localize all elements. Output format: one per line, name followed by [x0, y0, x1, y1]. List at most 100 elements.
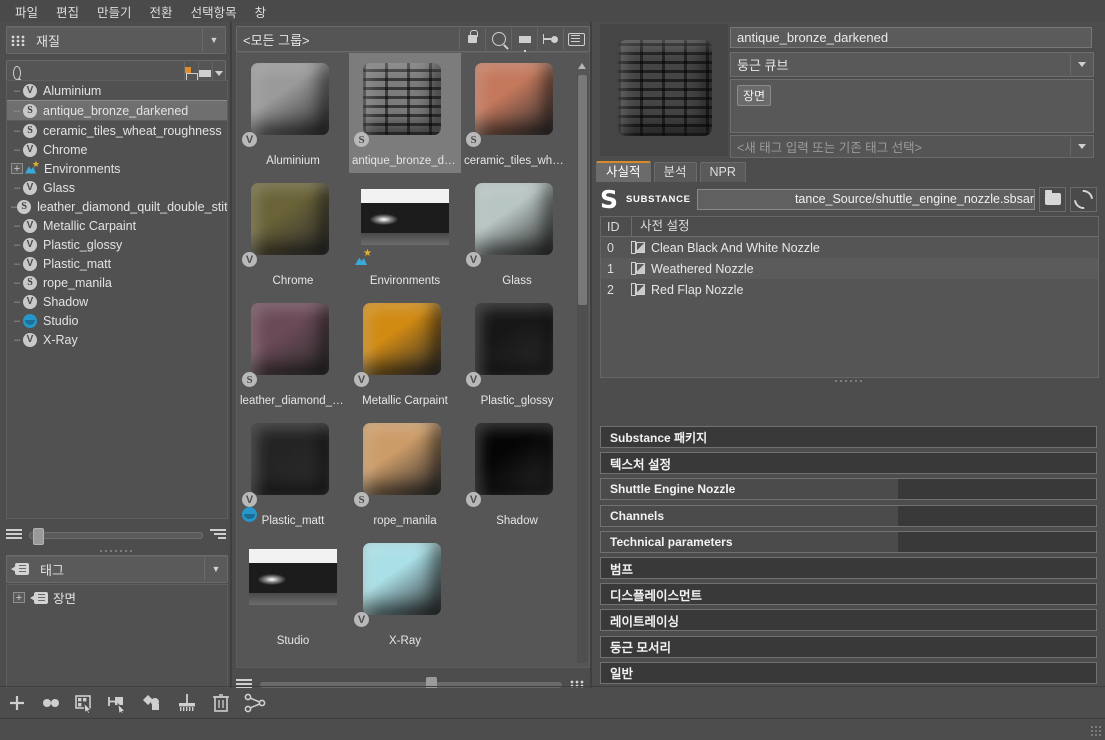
material-grid[interactable]: V Aluminium Santique_bronze_dark... Scerami… [236, 52, 590, 668]
left-size-slider[interactable] [29, 527, 203, 545]
open-file-button[interactable] [1039, 186, 1066, 212]
lock-button[interactable] [459, 28, 485, 50]
material-thumbnail [247, 59, 339, 141]
tree-item[interactable]: – V Glass [7, 178, 227, 197]
material-tile[interactable]: V X-Ray [349, 533, 461, 653]
tree-item[interactable]: – Sceramic_tiles_wheat_roughness [7, 121, 227, 140]
chevron-down-icon[interactable] [1070, 137, 1093, 156]
material-tile[interactable]: V Metallic Carpaint [349, 293, 461, 413]
select-unused-button[interactable] [102, 689, 136, 717]
tag-tree-item-scene[interactable]: + 장면 [7, 588, 227, 607]
browser-layout-button[interactable] [537, 28, 563, 50]
material-tile[interactable]: V Shadow [461, 413, 573, 533]
material-tile[interactable]: V Plastic_glossy [461, 293, 573, 413]
search-input[interactable] [21, 65, 185, 81]
content-type-selector[interactable]: 재질 ▼ [6, 26, 226, 54]
tree-dash: – [13, 314, 21, 327]
section-header[interactable]: Technical parameters [600, 530, 1097, 553]
sort-icon[interactable] [210, 529, 226, 541]
tree-item[interactable]: – V Plastic_matt [7, 254, 227, 273]
substance-path-field[interactable]: tance_Source/shuttle_engine_nozzle.sbsar [696, 188, 1035, 210]
browser-filter-button[interactable] [511, 28, 537, 55]
group-filter-bar[interactable]: <모든 그룹> [236, 26, 590, 55]
tree-item[interactable]: – V Shadow [7, 292, 227, 311]
scrollbar-thumb[interactable] [578, 75, 587, 305]
tree-item[interactable]: – Studio [7, 311, 227, 330]
tree-item[interactable]: – V Plastic_glossy [7, 235, 227, 254]
section-header[interactable]: 디스플레이스먼트 [600, 583, 1097, 606]
tree-item[interactable]: – Srope_manila [7, 273, 227, 292]
section-header[interactable]: 범프 [600, 557, 1097, 579]
menu-item-convert[interactable]: 전환 [141, 0, 182, 23]
tree-item[interactable]: – V Chrome [7, 140, 227, 159]
material-tile[interactable]: Environments [349, 173, 461, 293]
tag-input[interactable]: <새 태그 입력 또는 기존 태그 선택> [730, 135, 1094, 158]
menu-item-file[interactable]: 파일 [6, 0, 47, 23]
material-tile[interactable]: Santique_bronze_dark... [349, 53, 461, 173]
tag-selector[interactable]: 태그 ▼ [6, 555, 228, 583]
material-tile[interactable]: Srope_manila [349, 413, 461, 533]
tree-dash: – [13, 181, 21, 194]
properties-splitter[interactable] [833, 379, 864, 383]
material-tile[interactable]: V Chrome [237, 173, 349, 293]
material-tile[interactable]: V Glass [461, 173, 573, 293]
tree-item[interactable]: – Santique_bronze_darkened [7, 100, 227, 121]
select-all-materials-button[interactable] [68, 689, 102, 717]
section-header[interactable]: Channels [600, 504, 1097, 527]
preview-shape-selector[interactable]: 둥근 큐브 [730, 52, 1094, 77]
material-tree[interactable]: – V Aluminium – Santique_bronze_darkened – Sce… [6, 80, 228, 519]
preset-table[interactable]: ID 사전 설정 0 Clean Black And White Nozzle 1 W… [600, 216, 1099, 378]
preset-row[interactable]: 0 Clean Black And White Nozzle [601, 237, 1098, 258]
expand-icon[interactable]: + [11, 163, 23, 175]
preset-row[interactable]: 1 Weathered Nozzle [601, 258, 1098, 279]
tab-npr[interactable]: NPR [699, 162, 746, 182]
chevron-down-icon[interactable]: ▼ [202, 28, 225, 52]
section-header[interactable]: Shuttle Engine Nozzle [600, 478, 1097, 501]
menu-item-edit[interactable]: 편집 [47, 0, 88, 23]
add-material-button[interactable] [0, 689, 34, 717]
tag-tree[interactable]: + 장면 [6, 584, 228, 696]
preset-row[interactable]: 2 Red Flap Nozzle [601, 279, 1098, 300]
delete-button[interactable] [204, 689, 238, 717]
resize-grip[interactable] [1090, 725, 1102, 737]
tab-analysis[interactable]: 분석 [653, 162, 697, 182]
material-tile[interactable]: V Aluminium [237, 53, 349, 173]
tree-item[interactable]: – V Metallic Carpaint [7, 216, 227, 235]
tree-item[interactable]: – Sleather_diamond_quilt_double_stitch [7, 197, 227, 216]
assigned-tags-area[interactable]: 장면 [730, 79, 1094, 133]
section-header[interactable]: 일반 [600, 661, 1097, 684]
tag-chip[interactable]: 장면 [737, 85, 772, 106]
section-header[interactable]: 텍스처 설정 [600, 452, 1097, 475]
browser-list-button[interactable] [563, 28, 589, 50]
grid-scrollbar[interactable] [577, 63, 588, 663]
material-name-input[interactable] [730, 27, 1092, 48]
cleanup-button[interactable] [170, 689, 204, 717]
list-view-icon[interactable] [6, 529, 22, 541]
select-objects-button[interactable] [136, 689, 170, 717]
scroll-up-icon[interactable] [578, 63, 586, 69]
slider-knob[interactable] [33, 527, 45, 545]
tree-item[interactable]: – V Aluminium [7, 81, 227, 100]
chevron-down-icon[interactable]: ▼ [204, 557, 227, 581]
reload-button[interactable] [1070, 185, 1097, 213]
section-header[interactable]: Substance 패키지 [600, 426, 1097, 448]
section-header[interactable]: 레이트레이싱 [600, 609, 1097, 632]
expand-icon[interactable]: + [13, 592, 25, 604]
material-tile[interactable]: Studio [237, 507, 349, 653]
chevron-down-icon[interactable] [1070, 54, 1093, 75]
section-header[interactable]: 둥근 모서리 [600, 635, 1097, 658]
menu-item-selection[interactable]: 선택항목 [182, 0, 246, 23]
material-tile[interactable]: Sleather_diamond_quil... [237, 293, 349, 413]
material-tile[interactable]: Sceramic_tiles_wheat_r... [461, 53, 573, 173]
panel-splitter[interactable] [99, 549, 133, 553]
duplicate-button[interactable] [34, 689, 68, 717]
tab-realistic[interactable]: 사실적 [596, 161, 651, 182]
menu-item-window[interactable]: 창 [246, 0, 276, 23]
menu-item-create[interactable]: 만들기 [88, 0, 141, 23]
tree-item[interactable]: + Environments [7, 159, 227, 178]
column-header-preset: 사전 설정 [631, 217, 1098, 236]
material-preview[interactable] [600, 24, 728, 156]
tree-item[interactable]: – V X-Ray [7, 330, 227, 349]
node-graph-button[interactable] [238, 689, 272, 717]
browser-search-button[interactable] [485, 28, 511, 50]
